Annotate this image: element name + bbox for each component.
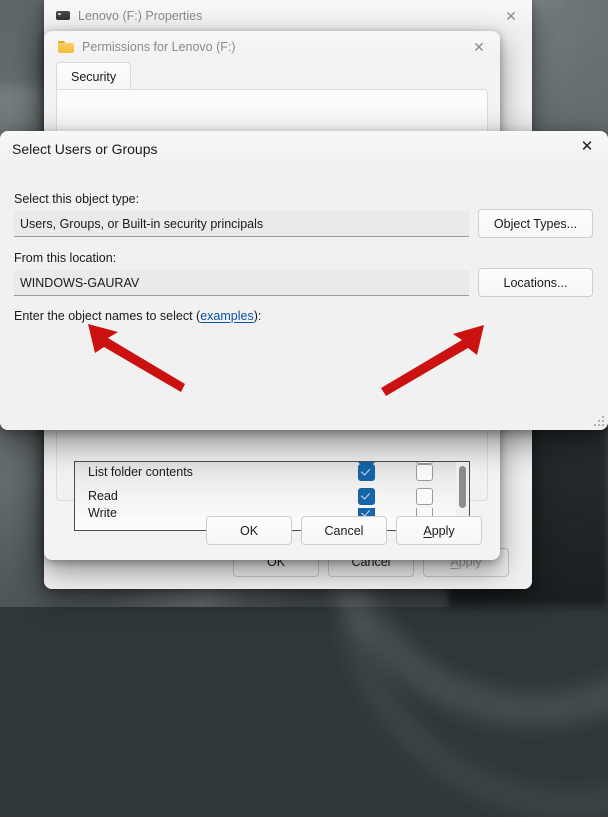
tab-security[interactable]: Security xyxy=(56,62,132,90)
location-label: From this location: xyxy=(14,251,117,265)
permissions-titlebar[interactable]: Permissions for Lenovo (F:) ✕ xyxy=(44,31,500,62)
permissions-tabstrip: Security xyxy=(56,62,488,90)
names-label: Enter the object names to select (exampl… xyxy=(14,309,261,323)
select-dialog-body: Select this object type: Users, Groups, … xyxy=(0,167,608,430)
names-label-before: Enter the object names to select ( xyxy=(14,309,201,323)
object-types-button[interactable]: Object Types... xyxy=(478,209,593,238)
permissions-ok-button[interactable]: OK xyxy=(206,516,292,545)
close-icon[interactable]: ✕ xyxy=(458,31,500,62)
locations-button[interactable]: Locations... xyxy=(478,268,593,297)
deny-checkbox[interactable] xyxy=(416,463,433,481)
folder-icon xyxy=(58,40,74,53)
permissions-apply-accesskey: A xyxy=(423,523,432,538)
permission-row[interactable]: List folder contents xyxy=(75,462,469,484)
permission-name: List folder contents xyxy=(88,465,193,479)
close-icon[interactable]: ✕ xyxy=(490,0,532,31)
object-type-label: Select this object type: xyxy=(14,192,140,206)
permissions-button-bar: OK Cancel Apply xyxy=(44,501,500,560)
allow-checkbox[interactable] xyxy=(358,463,375,481)
select-dialog-titlebar[interactable]: Select Users or Groups ✕ xyxy=(0,131,608,167)
object-type-input[interactable]: Users, Groups, or Built-in security prin… xyxy=(14,211,469,237)
examples-link[interactable]: examples xyxy=(200,309,254,323)
drive-icon xyxy=(56,11,70,20)
close-icon[interactable]: ✕ xyxy=(566,131,608,162)
permissions-title: Permissions for Lenovo (F:) xyxy=(82,39,236,54)
permissions-apply-button[interactable]: Apply xyxy=(396,516,482,545)
select-users-dialog: Select Users or Groups ✕ Select this obj… xyxy=(0,131,608,430)
names-label-after: ): xyxy=(253,309,262,323)
properties-title: Lenovo (F:) Properties xyxy=(78,8,203,23)
permissions-apply-rest: pply xyxy=(431,523,455,538)
permissions-cancel-button[interactable]: Cancel xyxy=(301,516,387,545)
select-dialog-title: Select Users or Groups xyxy=(12,141,158,157)
location-input[interactable]: WINDOWS-GAURAV xyxy=(14,270,469,296)
resize-grip-icon[interactable] xyxy=(594,416,605,427)
properties-titlebar[interactable]: Lenovo (F:) Properties ✕ xyxy=(44,0,532,31)
